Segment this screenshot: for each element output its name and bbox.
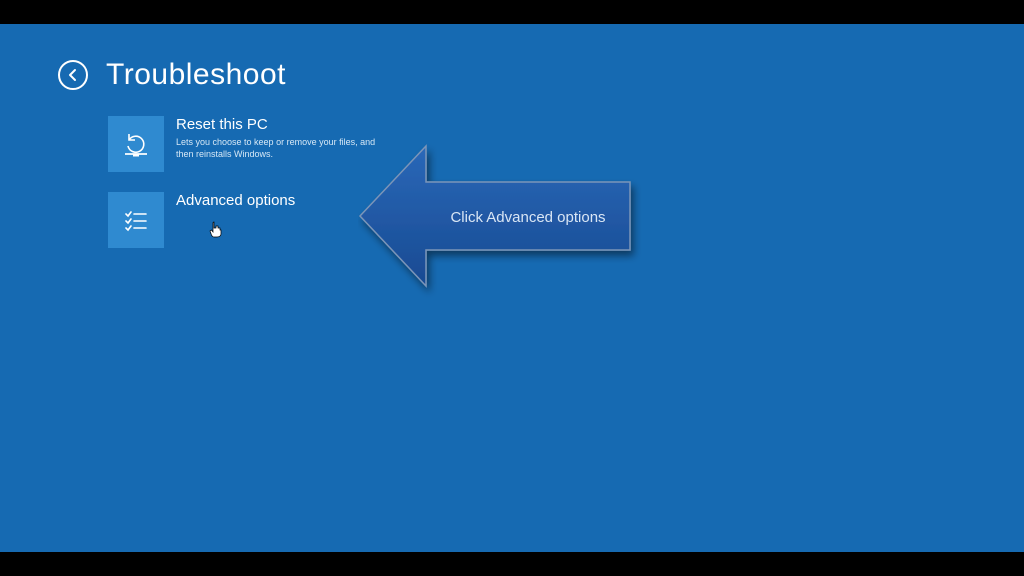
options-list: Reset this PC Lets you choose to keep or… (108, 116, 376, 268)
recovery-screen: Troubleshoot Reset this PC Lets you choo… (0, 24, 1024, 552)
header: Troubleshoot (58, 58, 286, 92)
reset-pc-tile (108, 116, 164, 172)
callout-text: Click Advanced options (450, 209, 605, 226)
back-button[interactable] (58, 60, 88, 90)
option-advanced[interactable]: Advanced options (108, 192, 376, 248)
reset-pc-desc: Lets you choose to keep or remove your f… (176, 137, 376, 160)
reset-pc-icon (118, 126, 154, 162)
reset-pc-label: Reset this PC Lets you choose to keep or… (176, 116, 376, 160)
option-reset-pc[interactable]: Reset this PC Lets you choose to keep or… (108, 116, 376, 172)
advanced-title: Advanced options (176, 192, 295, 210)
letterbox-top (0, 0, 1024, 24)
instruction-callout: Click Advanced options (358, 132, 648, 317)
reset-pc-title: Reset this PC (176, 116, 376, 134)
page-title: Troubleshoot (106, 58, 286, 92)
letterbox-bottom (0, 552, 1024, 576)
advanced-options-icon (118, 202, 154, 238)
advanced-label: Advanced options (176, 192, 295, 210)
back-arrow-icon (66, 68, 80, 82)
advanced-tile (108, 192, 164, 248)
